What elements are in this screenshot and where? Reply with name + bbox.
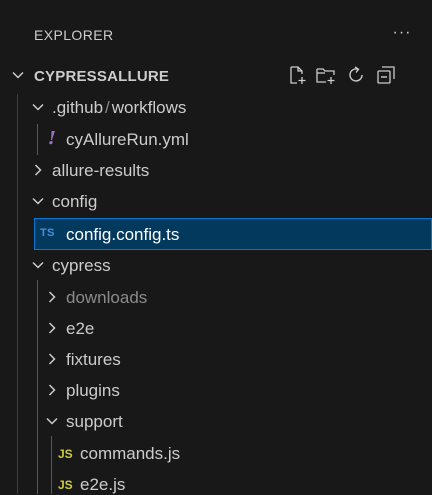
chevron-down-icon xyxy=(32,103,44,111)
tree-file-cyallurerun-yml[interactable]: ! cyAllureRun.yml xyxy=(0,124,432,155)
tree-item-label: downloads xyxy=(66,288,148,307)
collapse-all-icon[interactable] xyxy=(375,64,397,86)
tree-folder-e2e[interactable]: e2e xyxy=(0,313,432,344)
root-folder-row[interactable]: CYPRESSALLURE xyxy=(0,60,432,91)
tree-item-label: .github / workflows xyxy=(52,97,186,118)
explorer-header: EXPLORER ··· xyxy=(0,0,432,64)
tree-item-label: config.config.ts xyxy=(66,225,180,244)
new-file-icon[interactable] xyxy=(286,64,308,86)
tree-folder-downloads[interactable]: downloads xyxy=(0,282,432,313)
chevron-right-icon xyxy=(34,164,42,176)
tree-item-label: fixtures xyxy=(66,350,121,369)
root-folder-label: CYPRESSALLURE xyxy=(34,68,170,85)
tree-file-e2e-js[interactable]: JS e2e.js xyxy=(0,469,432,494)
explorer-title: EXPLORER xyxy=(34,27,114,43)
tree-item-label: cypress xyxy=(52,256,111,275)
chevron-down-icon xyxy=(46,417,58,425)
chevron-right-icon xyxy=(48,291,56,303)
refresh-icon[interactable] xyxy=(345,64,367,86)
tree-folder-fixtures[interactable]: fixtures xyxy=(0,344,432,375)
javascript-file-icon: JS xyxy=(58,478,73,492)
tree-folder-github-workflows[interactable]: .github / workflows xyxy=(0,92,432,123)
tree-item-label: config xyxy=(52,192,98,211)
tree-file-commands-js[interactable]: JS commands.js xyxy=(0,438,432,469)
folder-segment-workflows[interactable]: workflows xyxy=(112,98,187,117)
tree-folder-support[interactable]: support xyxy=(0,406,432,437)
tree-item-label: commands.js xyxy=(80,444,181,463)
tree-item-label: plugins xyxy=(66,381,120,400)
tree-item-label: support xyxy=(66,412,123,431)
chevron-down-icon xyxy=(32,261,44,269)
tree-file-config-config-ts[interactable]: TS config.config.ts xyxy=(34,218,432,250)
chevron-right-icon xyxy=(48,353,56,365)
path-separator: / xyxy=(105,98,110,117)
tree-folder-cypress[interactable]: cypress xyxy=(0,250,432,281)
yaml-file-icon: ! xyxy=(48,128,56,149)
tree-item-label: allure-results xyxy=(52,161,150,180)
chevron-down-icon xyxy=(32,197,44,205)
tree-item-label: e2e.js xyxy=(80,475,126,494)
tree-folder-plugins[interactable]: plugins xyxy=(0,375,432,406)
more-actions-button[interactable]: ··· xyxy=(388,22,416,46)
new-folder-icon[interactable] xyxy=(315,64,337,86)
tree-item-label: cyAllureRun.yml xyxy=(66,130,189,149)
tree-folder-allure-results[interactable]: allure-results xyxy=(0,155,432,186)
chevron-down-icon xyxy=(12,71,24,79)
tree-item-label: e2e xyxy=(66,319,95,338)
chevron-right-icon xyxy=(48,384,56,396)
tree-folder-config[interactable]: config xyxy=(0,186,432,217)
folder-segment-github[interactable]: .github xyxy=(52,98,103,117)
chevron-right-icon xyxy=(48,322,56,334)
javascript-file-icon: JS xyxy=(58,447,73,461)
typescript-file-icon: TS xyxy=(40,227,55,239)
